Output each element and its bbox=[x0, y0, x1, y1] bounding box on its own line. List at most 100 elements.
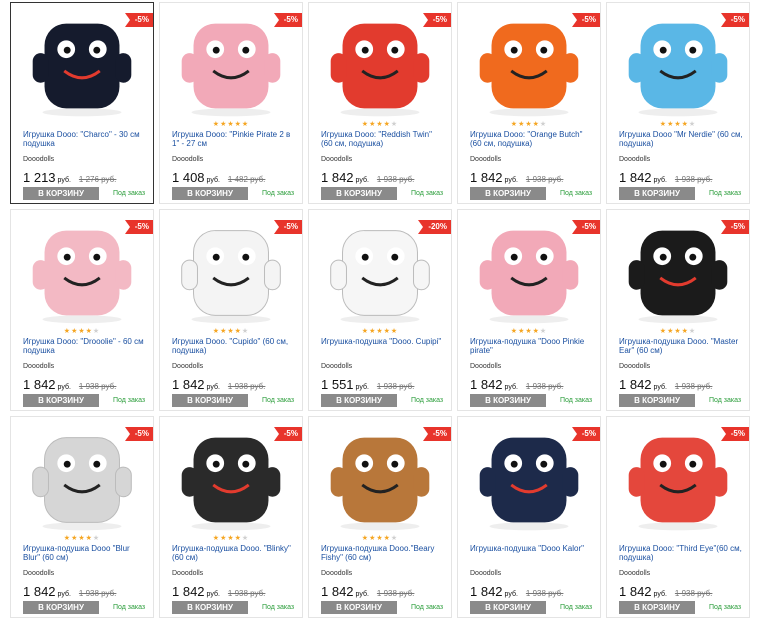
old-price: 1 938 руб. bbox=[674, 382, 713, 391]
old-price: 1 938 руб. bbox=[78, 382, 117, 391]
add-to-cart-button[interactable]: В КОРЗИНУ bbox=[619, 394, 695, 407]
star-icon: ★ bbox=[241, 328, 250, 335]
product-title-link[interactable]: Игрушка-подушка "Dooo. Cupipi" bbox=[321, 337, 445, 346]
rating-stars: ★★★★★ bbox=[607, 328, 749, 336]
discount-badge: -5% bbox=[720, 13, 749, 27]
star-icon: ★ bbox=[681, 121, 689, 128]
product-brand: Dooodolls bbox=[23, 363, 55, 370]
product-title-link[interactable]: Игрушка-подушка Dooo. "Blinky" (60 см) bbox=[172, 544, 296, 562]
product-card[interactable]: -5% ★★★★★ Игрушка Dooo. "Cupido" (60 см,… bbox=[159, 209, 303, 411]
add-to-cart-button[interactable]: В КОРЗИНУ bbox=[619, 601, 695, 614]
product-card[interactable]: -5% ★★★★★ Игрушка Dooo: "Pinkie Pirate 2… bbox=[159, 2, 303, 204]
product-title-link[interactable]: Игрушка Dooo: "Orange Butch" (60 см, под… bbox=[470, 130, 594, 148]
product-title-link[interactable]: Игрушка Dooo: "Charco" - 30 см подушка bbox=[23, 130, 147, 148]
price-currency: руб. bbox=[57, 384, 71, 391]
availability-status: Под заказ bbox=[560, 397, 593, 404]
add-to-cart-button[interactable]: В КОРЗИНУ bbox=[172, 187, 248, 200]
product-price: 1 842 bbox=[23, 584, 56, 599]
add-to-cart-button[interactable]: В КОРЗИНУ bbox=[470, 394, 546, 407]
discount-badge: -5% bbox=[124, 220, 153, 234]
star-icon: ★ bbox=[390, 121, 399, 128]
add-to-cart-button[interactable]: В КОРЗИНУ bbox=[321, 394, 397, 407]
star-icon: ★ bbox=[234, 328, 242, 335]
price-row: 1 213 руб. 1 276 руб. bbox=[23, 169, 116, 187]
add-to-cart-button[interactable]: В КОРЗИНУ bbox=[321, 187, 397, 200]
product-title-link[interactable]: Игрушка Dooo: "Third Eye"(60 см, подушка… bbox=[619, 544, 743, 562]
product-card[interactable]: -5% ★★★★★ Игрушка Dooo: "Reddish Twin" (… bbox=[308, 2, 452, 204]
star-icon: ★ bbox=[510, 328, 519, 335]
product-card[interactable]: -5% ★★★★★ Игрушка-подушка Dooo."Beary Fi… bbox=[308, 416, 452, 618]
product-title-link[interactable]: Игрушка Dooo: "Drooolie" - 60 см подушка bbox=[23, 337, 147, 355]
product-card[interactable]: -5% Игрушка-подушка "Dooo Kalor" Dooodol… bbox=[457, 416, 601, 618]
product-card[interactable]: -20% ★★★★★ Игрушка-подушка "Dooo. Cupipi… bbox=[308, 209, 452, 411]
add-to-cart-button[interactable]: В КОРЗИНУ bbox=[470, 187, 546, 200]
rating-stars: ★★★★★ bbox=[11, 328, 153, 336]
product-card[interactable]: -5% ★★★★★ Игрушка-подушка Dooo. "Master … bbox=[606, 209, 750, 411]
star-icon: ★ bbox=[241, 535, 250, 542]
add-to-cart-button[interactable]: В КОРЗИНУ bbox=[619, 187, 695, 200]
star-icon: ★ bbox=[361, 121, 370, 128]
add-to-cart-button[interactable]: В КОРЗИНУ bbox=[23, 187, 99, 200]
product-title-link[interactable]: Игрушка-подушка Dooo "Blur Blur" (60 см) bbox=[23, 544, 147, 562]
product-title-link[interactable]: Игрушка Dooo: "Reddish Twin" (60 см, под… bbox=[321, 130, 445, 148]
add-to-cart-button[interactable]: В КОРЗИНУ bbox=[470, 601, 546, 614]
old-price: 1 938 руб. bbox=[376, 175, 415, 184]
product-row: -5% Игрушка Dooo: "Charco" - 30 см подуш… bbox=[10, 2, 755, 204]
discount-badge: -5% bbox=[422, 427, 451, 441]
price-currency: руб. bbox=[57, 591, 71, 598]
product-title-link[interactable]: Игрушка Dooo. "Cupido" (60 см, подушка) bbox=[172, 337, 296, 355]
product-card[interactable]: -5% Игрушка Dooo: "Charco" - 30 см подуш… bbox=[10, 2, 154, 204]
availability-status: Под заказ bbox=[262, 604, 295, 611]
product-title-link[interactable]: Игрушка Dooo "Mr Nerdie" (60 см, подушка… bbox=[619, 130, 743, 148]
product-price: 1 842 bbox=[23, 377, 56, 392]
discount-badge: -5% bbox=[124, 427, 153, 441]
product-card[interactable]: -5% ★★★★★ Игрушка Dooo: "Drooolie" - 60 … bbox=[10, 209, 154, 411]
availability-status: Под заказ bbox=[262, 190, 295, 197]
product-price: 1 842 bbox=[619, 170, 652, 185]
product-card[interactable]: -5% ★★★★★ Игрушка Dooo "Mr Nerdie" (60 с… bbox=[606, 2, 750, 204]
star-icon: ★ bbox=[361, 328, 370, 335]
product-card[interactable]: -5% Игрушка Dooo: "Third Eye"(60 см, под… bbox=[606, 416, 750, 618]
product-title-link[interactable]: Игрушка-подушка "Dooo Kalor" bbox=[470, 544, 594, 553]
star-icon: ★ bbox=[241, 121, 250, 128]
product-brand: Dooodolls bbox=[321, 363, 353, 370]
discount-badge: -20% bbox=[418, 220, 451, 234]
rating-stars: ★★★★★ bbox=[160, 328, 302, 336]
product-title-link[interactable]: Игрушка Dooo: "Pinkie Pirate 2 в 1" - 27… bbox=[172, 130, 296, 148]
rating-stars: ★★★★★ bbox=[309, 121, 451, 129]
star-icon: ★ bbox=[92, 535, 101, 542]
old-price: 1 938 руб. bbox=[525, 589, 564, 598]
add-to-cart-button[interactable]: В КОРЗИНУ bbox=[172, 394, 248, 407]
product-price: 1 842 bbox=[321, 584, 354, 599]
product-title-link[interactable]: Игрушка-подушка "Dooo Pinkie pirate" bbox=[470, 337, 594, 355]
discount-badge: -5% bbox=[273, 427, 302, 441]
old-price: 1 938 руб. bbox=[525, 382, 564, 391]
rating-stars: ★★★★★ bbox=[160, 535, 302, 543]
price-currency: руб. bbox=[355, 177, 369, 184]
rating-stars: ★★★★★ bbox=[458, 328, 600, 336]
discount-badge: -5% bbox=[273, 220, 302, 234]
product-price: 1 842 bbox=[321, 170, 354, 185]
product-card[interactable]: -5% ★★★★★ Игрушка-подушка Dooo "Blur Blu… bbox=[10, 416, 154, 618]
price-row: 1 842 руб. 1 938 руб. bbox=[23, 583, 116, 601]
price-row: 1 842 руб. 1 938 руб. bbox=[321, 583, 414, 601]
product-brand: Dooodolls bbox=[172, 570, 204, 577]
price-currency: руб. bbox=[504, 177, 518, 184]
product-card[interactable]: -5% ★★★★★ Игрушка-подушка Dooo. "Blinky"… bbox=[159, 416, 303, 618]
product-brand: Dooodolls bbox=[172, 363, 204, 370]
product-title-link[interactable]: Игрушка-подушка Dooo."Beary Fishy" (60 с… bbox=[321, 544, 445, 562]
product-title-link[interactable]: Игрушка-подушка Dooo. "Master Ear" (60 с… bbox=[619, 337, 743, 355]
product-brand: Dooodolls bbox=[470, 156, 502, 163]
product-row: -5% ★★★★★ Игрушка-подушка Dooo "Blur Blu… bbox=[10, 416, 755, 618]
add-to-cart-button[interactable]: В КОРЗИНУ bbox=[23, 601, 99, 614]
product-card[interactable]: -5% ★★★★★ Игрушка Dooo: "Orange Butch" (… bbox=[457, 2, 601, 204]
old-price: 1 938 руб. bbox=[674, 175, 713, 184]
discount-badge: -5% bbox=[571, 13, 600, 27]
star-icon: ★ bbox=[234, 121, 242, 128]
add-to-cart-button[interactable]: В КОРЗИНУ bbox=[321, 601, 397, 614]
add-to-cart-button[interactable]: В КОРЗИНУ bbox=[172, 601, 248, 614]
product-brand: Dooodolls bbox=[172, 156, 204, 163]
product-card[interactable]: -5% ★★★★★ Игрушка-подушка "Dooo Pinkie p… bbox=[457, 209, 601, 411]
star-icon: ★ bbox=[212, 535, 221, 542]
add-to-cart-button[interactable]: В КОРЗИНУ bbox=[23, 394, 99, 407]
